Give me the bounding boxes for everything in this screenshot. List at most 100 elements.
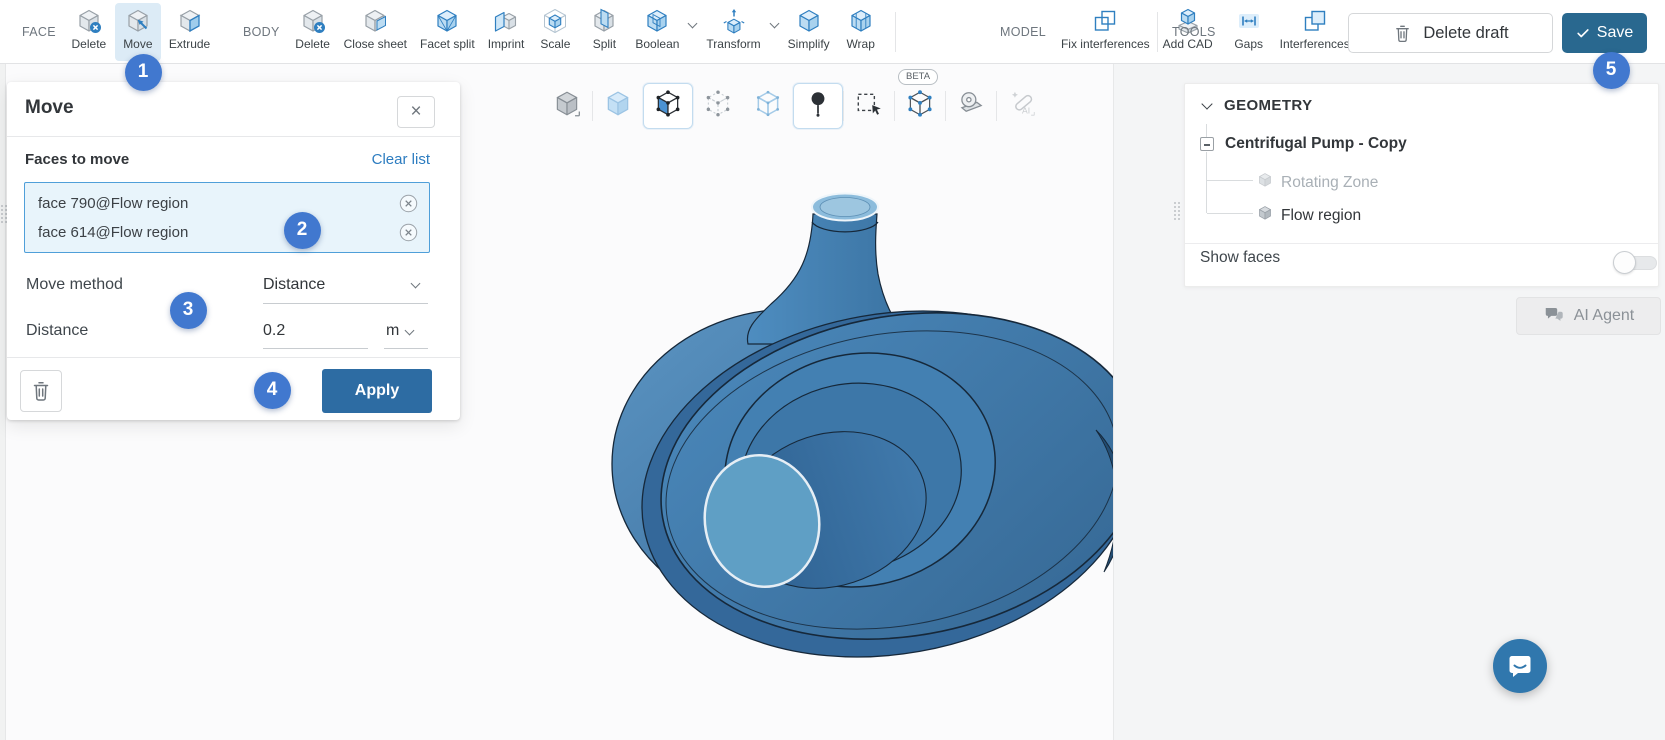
box-select-icon [854, 89, 884, 124]
face-list-item-0[interactable]: face 790@Flow region [25, 189, 429, 218]
move-method-select[interactable]: Distance [263, 276, 325, 294]
toolbar-button-body-wrap[interactable]: Wrap [838, 3, 884, 61]
move-method-label: Move method [26, 276, 123, 294]
toolbar-button-label: Boolean [635, 37, 679, 51]
toolbar-button-face-extrude[interactable]: Extrude [164, 3, 215, 61]
toolbar-button-label: Interferences [1280, 37, 1350, 51]
toolbar-button-body-delete[interactable]: Delete [290, 3, 336, 61]
select-volume-icon [603, 89, 633, 124]
distance-label: Distance [26, 322, 88, 340]
face-list-item-1[interactable]: face 614@Flow region [25, 218, 429, 247]
collapse-chevron-icon[interactable] [1201, 98, 1212, 109]
toolbar-button-body-close-sheet[interactable]: Close sheet [339, 3, 412, 61]
chevron-down-icon[interactable] [769, 19, 779, 29]
show-faces-label: Show faces [1200, 249, 1280, 267]
view-tool-select-body[interactable] [542, 83, 592, 129]
dialog-divider [7, 136, 460, 137]
save-label: Save [1597, 24, 1633, 42]
left-panel-collapsed-strip[interactable] [0, 64, 6, 740]
view-tool-box-select[interactable] [844, 83, 894, 129]
close-button[interactable]: × [397, 96, 435, 128]
toolbar-button-tools-interferences[interactable]: Interferences [1275, 3, 1355, 61]
remove-face-button[interactable] [399, 194, 418, 213]
tree-item-rotating-zone[interactable]: Rotating Zone [1257, 172, 1378, 193]
toolbar-button-label: Delete [295, 37, 330, 51]
remove-face-button[interactable] [399, 223, 418, 242]
ai-agent-label: AI Agent [1574, 307, 1635, 325]
gaps-icon [1236, 8, 1262, 34]
toolbar-button-face-move[interactable]: Move [115, 3, 161, 61]
select-face-icon [653, 89, 683, 124]
tree-connector [1206, 124, 1207, 137]
toolbar-button-body-simplify[interactable]: Simplify [783, 3, 835, 61]
view-tool-topology-select[interactable] [895, 83, 945, 129]
cube-move-icon [125, 8, 151, 34]
tree-item-label: Rotating Zone [1281, 174, 1378, 192]
show-faces-toggle[interactable] [1613, 251, 1659, 275]
toolbar-divider [895, 12, 896, 52]
trash-icon [29, 379, 53, 403]
cube-delete-icon [300, 8, 326, 34]
view-tool-ai-select-disabled[interactable]: AI [997, 83, 1047, 129]
trash-icon [1392, 23, 1413, 44]
ai-agent-button[interactable]: AI Agent [1516, 297, 1661, 335]
toolbar-button-body-scale[interactable]: Scale [532, 3, 578, 61]
tree-connector [1207, 180, 1253, 181]
annotation-badge-1: 1 [125, 54, 162, 91]
geometry-panel: GEOMETRY Centrifugal Pump - Copy Rotatin… [1184, 83, 1659, 287]
interferences-icon [1302, 8, 1328, 34]
body-cube-icon [1257, 205, 1273, 226]
cube-simplify-icon [796, 8, 822, 34]
beta-badge: BETA [898, 69, 938, 85]
toolbar-button-label: Split [593, 37, 616, 51]
view-tool-measure[interactable] [946, 83, 996, 129]
tree-item-flow-region[interactable]: Flow region [1257, 205, 1361, 226]
toolbar-button-body-imprint[interactable]: Imprint [483, 3, 530, 61]
toolbar-button-tools-gaps[interactable]: Gaps [1226, 3, 1272, 61]
support-chat-button[interactable] [1493, 639, 1547, 693]
delete-operation-button[interactable] [20, 370, 62, 412]
annotation-badge-4: 4 [254, 372, 291, 409]
save-button[interactable]: Save [1562, 13, 1647, 53]
view-tool-select-edge[interactable] [743, 83, 793, 129]
toolbar-button-model-fix-interferences[interactable]: Fix interferences [1056, 3, 1155, 61]
cube-extrude-icon [177, 8, 203, 34]
toolbar-group-label: MODEL [1000, 25, 1046, 39]
tree-collapse-toggle[interactable] [1200, 137, 1214, 151]
toolbar-button-body-facet-split[interactable]: Facet split [415, 3, 480, 61]
chevron-down-icon[interactable] [405, 326, 415, 336]
body-cube-icon [1257, 172, 1273, 193]
clear-list-link[interactable]: Clear list [372, 151, 430, 168]
face-list-item-label: face 614@Flow region [38, 224, 188, 241]
measure-icon [956, 89, 986, 124]
unit-select[interactable]: m [386, 322, 399, 340]
cube-delete-icon [76, 8, 102, 34]
svg-text:AI: AI [1022, 105, 1030, 115]
move-dialog: Move × Faces to move Clear list face 790… [7, 82, 460, 420]
view-tool-probe-point[interactable] [793, 83, 843, 129]
select-edge-icon [753, 89, 783, 124]
tree-root-item[interactable]: Centrifugal Pump - Copy [1225, 135, 1407, 153]
view-tool-select-volume[interactable] [593, 83, 643, 129]
toolbar-button-face-delete[interactable]: Delete [66, 3, 112, 61]
toolbar-divider [1157, 12, 1158, 52]
chat-bubbles-icon [1543, 303, 1565, 330]
faces-to-move-label: Faces to move [25, 151, 129, 168]
cube-transform-icon [721, 8, 747, 34]
chevron-down-icon[interactable] [411, 279, 421, 289]
distance-input[interactable]: 0.2 [263, 322, 285, 340]
panel-resize-handle[interactable] [1174, 202, 1180, 220]
toolbar-button-body-transform[interactable]: Transform [701, 3, 765, 61]
top-toolbar: FACEDeleteMoveExtrudeBODYDeleteClose she… [0, 0, 1665, 64]
cube-close-sheet-icon [362, 8, 388, 34]
chevron-down-icon[interactable] [688, 19, 698, 29]
apply-button[interactable]: Apply [322, 369, 432, 413]
select-vertex-icon [703, 89, 733, 124]
delete-draft-button[interactable]: Delete draft [1348, 13, 1553, 53]
field-underline [263, 348, 368, 349]
toolbar-button-body-boolean[interactable]: Boolean [630, 3, 684, 61]
toolbar-button-body-split[interactable]: Split [581, 3, 627, 61]
view-tool-select-vertex[interactable] [693, 83, 743, 129]
right-panel-region: GEOMETRY Centrifugal Pump - Copy Rotatin… [1113, 64, 1665, 740]
view-tool-select-face[interactable] [643, 83, 693, 129]
